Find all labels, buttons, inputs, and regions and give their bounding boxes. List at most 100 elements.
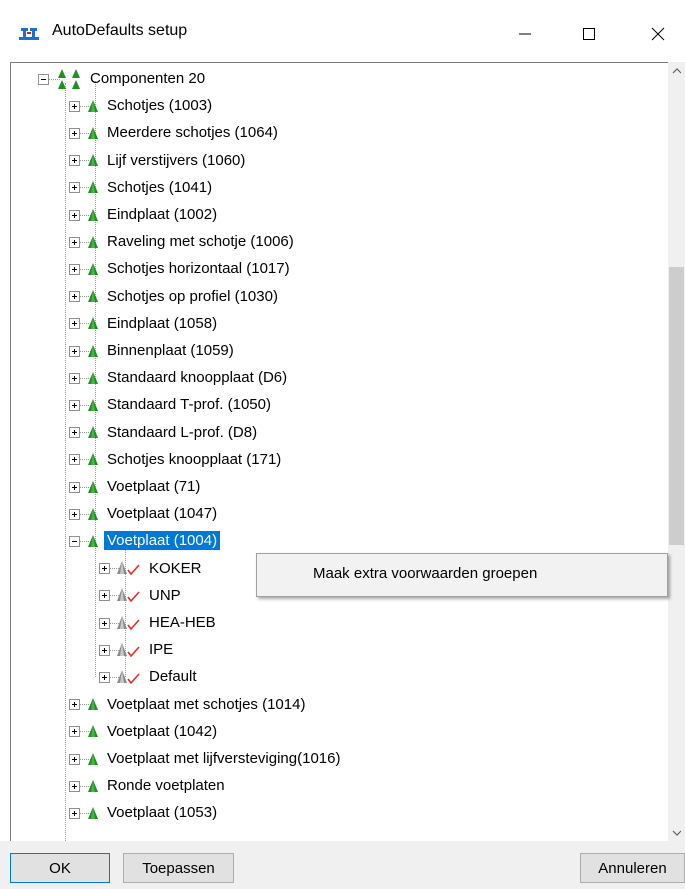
tree-item[interactable]: Voetplaat met lijfversteviging(1016) bbox=[104, 745, 343, 772]
tree-item-label: Eindplaat (1002) bbox=[107, 206, 218, 223]
tree-root[interactable]: Componenten 20 bbox=[87, 65, 208, 92]
close-button[interactable] bbox=[635, 14, 681, 54]
expand-toggle[interactable] bbox=[69, 400, 80, 411]
condition-icon bbox=[116, 669, 142, 689]
tree-item[interactable]: Lijf verstijvers (1060) bbox=[104, 147, 248, 174]
tree-item[interactable]: Binnenplaat (1059) bbox=[104, 337, 237, 364]
tree-item-label: Standaard T-prof. (1050) bbox=[107, 396, 271, 414]
app-icon bbox=[19, 28, 39, 40]
expand-toggle[interactable] bbox=[69, 508, 80, 520]
apply-button[interactable]: Toepassen bbox=[123, 853, 234, 883]
maximize-button[interactable] bbox=[566, 14, 612, 54]
expand-toggle[interactable] bbox=[69, 372, 80, 384]
component-icon bbox=[86, 208, 100, 226]
expand-toggle[interactable] bbox=[69, 100, 80, 112]
expand-toggle[interactable] bbox=[69, 808, 80, 819]
tree-item[interactable]: Voetplaat (1004) bbox=[104, 527, 221, 554]
expand-toggle[interactable] bbox=[69, 264, 80, 275]
tree-item-label: Schotjes op profiel (1030) bbox=[107, 287, 278, 305]
expand-toggle[interactable] bbox=[69, 427, 80, 439]
expand-toggle[interactable] bbox=[69, 699, 80, 711]
scroll-thumb[interactable] bbox=[669, 267, 684, 545]
component-icon bbox=[86, 153, 100, 171]
context-menu: Maak extra voorwaarden groepen bbox=[256, 553, 668, 597]
tree-item-label: Voetplaat (1004) bbox=[104, 531, 221, 551]
expand-toggle[interactable] bbox=[69, 155, 80, 167]
tree-item[interactable]: Eindplaat (1002) bbox=[104, 201, 220, 228]
tree-item-label: Voetplaat (1047) bbox=[107, 505, 218, 523]
expand-toggle[interactable] bbox=[69, 209, 80, 221]
component-icon bbox=[86, 398, 100, 416]
tree-item-label: IPE bbox=[149, 641, 174, 659]
tree-item[interactable]: Voetplaat (1047) bbox=[104, 500, 220, 527]
context-menu-item-make-groups[interactable]: Maak extra voorwaarden groepen bbox=[313, 565, 537, 582]
collapse-toggle[interactable] bbox=[38, 73, 49, 85]
expand-toggle[interactable] bbox=[69, 318, 80, 330]
chevron-down-icon bbox=[672, 830, 681, 836]
expand-toggle[interactable] bbox=[69, 345, 80, 357]
tree-item-label: Lijf verstijvers (1060) bbox=[107, 151, 246, 169]
cancel-button[interactable]: Annuleren bbox=[580, 853, 685, 883]
tree-child-item[interactable]: Default bbox=[146, 663, 200, 690]
tree-item[interactable]: Voetplaat (1053) bbox=[104, 799, 220, 826]
tree-item-label: UNP bbox=[149, 586, 181, 604]
component-tree[interactable]: Componenten 20 Schotjes (1003) Meerdere sc… bbox=[10, 62, 685, 842]
tree-item-label: Eindplaat (1058) bbox=[107, 314, 218, 332]
expand-toggle[interactable] bbox=[69, 291, 80, 303]
expand-toggle[interactable] bbox=[69, 236, 80, 248]
expand-toggle[interactable] bbox=[99, 563, 110, 575]
tree-item-label: HEA-HEB bbox=[149, 614, 216, 631]
tree-item[interactable]: Schotjes (1003) bbox=[104, 92, 215, 119]
expand-toggle[interactable] bbox=[99, 672, 110, 683]
window-title: AutoDefaults setup bbox=[52, 22, 188, 39]
tree-item-label: Voetplaat met schotjes (1014) bbox=[107, 695, 306, 713]
component-icon bbox=[86, 289, 100, 307]
tree-item[interactable]: Schotjes knoopplaat (171) bbox=[104, 446, 284, 473]
tree-item[interactable]: Eindplaat (1058) bbox=[104, 310, 220, 337]
tree-item-label: Schotjes (1003) bbox=[107, 97, 213, 115]
tree-item[interactable]: Schotjes horizontaal (1017) bbox=[104, 255, 293, 282]
component-icon bbox=[86, 806, 100, 824]
expand-toggle[interactable] bbox=[69, 128, 80, 139]
tree-item[interactable]: Schotjes op profiel (1030) bbox=[104, 283, 281, 310]
tree-item[interactable]: Voetplaat (71) bbox=[104, 473, 203, 500]
tree-child-item[interactable]: UNP bbox=[146, 582, 184, 609]
component-icon bbox=[86, 724, 100, 742]
title-bar: AutoDefaults setup bbox=[0, 0, 685, 62]
expand-toggle[interactable] bbox=[69, 481, 80, 493]
tree-child-item[interactable]: IPE bbox=[146, 636, 176, 663]
chevron-up-icon bbox=[672, 67, 681, 73]
button-bar: OK Toepassen Annuleren bbox=[0, 841, 685, 889]
tree-item-label: Ronde voetplaten bbox=[107, 777, 225, 795]
expand-toggle[interactable] bbox=[69, 454, 80, 466]
condition-icon bbox=[116, 642, 142, 662]
component-icon bbox=[86, 507, 100, 525]
scroll-down-button[interactable] bbox=[668, 824, 685, 841]
tree-item[interactable]: Schotjes (1041) bbox=[104, 174, 215, 201]
tree-item[interactable]: Voetplaat met schotjes (1014) bbox=[104, 691, 308, 718]
tree-item[interactable]: Standaard T-prof. (1050) bbox=[104, 391, 274, 418]
expand-toggle[interactable] bbox=[69, 726, 80, 738]
tree-item[interactable]: Standaard L-prof. (D8) bbox=[104, 419, 260, 446]
tree-child-item[interactable]: KOKER bbox=[146, 555, 205, 582]
tree-child-item[interactable]: HEA-HEB bbox=[146, 609, 219, 636]
tree-item[interactable]: Voetplaat (1042) bbox=[104, 718, 220, 745]
tree-item[interactable]: Ronde voetplaten bbox=[104, 772, 228, 799]
collapse-toggle[interactable] bbox=[69, 536, 80, 547]
tree-item-label: Raveling met schotje (1006) bbox=[107, 233, 294, 251]
expand-toggle[interactable] bbox=[69, 780, 80, 792]
scroll-up-button[interactable] bbox=[668, 62, 685, 79]
expand-toggle[interactable] bbox=[99, 644, 110, 656]
tree-item[interactable]: Raveling met schotje (1006) bbox=[104, 228, 297, 255]
condition-icon bbox=[116, 615, 142, 635]
tree-item[interactable]: Standaard knoopplaat (D6) bbox=[104, 364, 290, 391]
expand-toggle[interactable] bbox=[99, 617, 110, 629]
minimize-button[interactable] bbox=[502, 14, 548, 54]
expand-toggle[interactable] bbox=[99, 590, 110, 602]
expand-toggle[interactable] bbox=[69, 182, 80, 194]
ok-button[interactable]: OK bbox=[10, 853, 110, 883]
expand-toggle[interactable] bbox=[69, 753, 80, 765]
tree-item[interactable]: Meerdere schotjes (1064) bbox=[104, 119, 281, 146]
close-icon bbox=[651, 27, 665, 41]
vertical-scrollbar[interactable] bbox=[668, 62, 685, 841]
